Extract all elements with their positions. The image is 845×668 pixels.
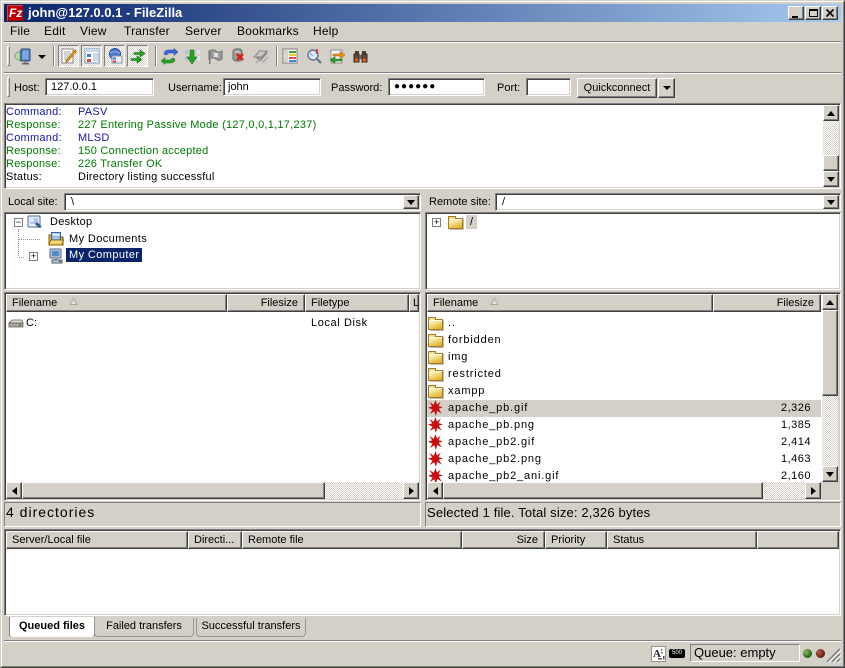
svg-text:Fz: Fz — [9, 6, 22, 20]
